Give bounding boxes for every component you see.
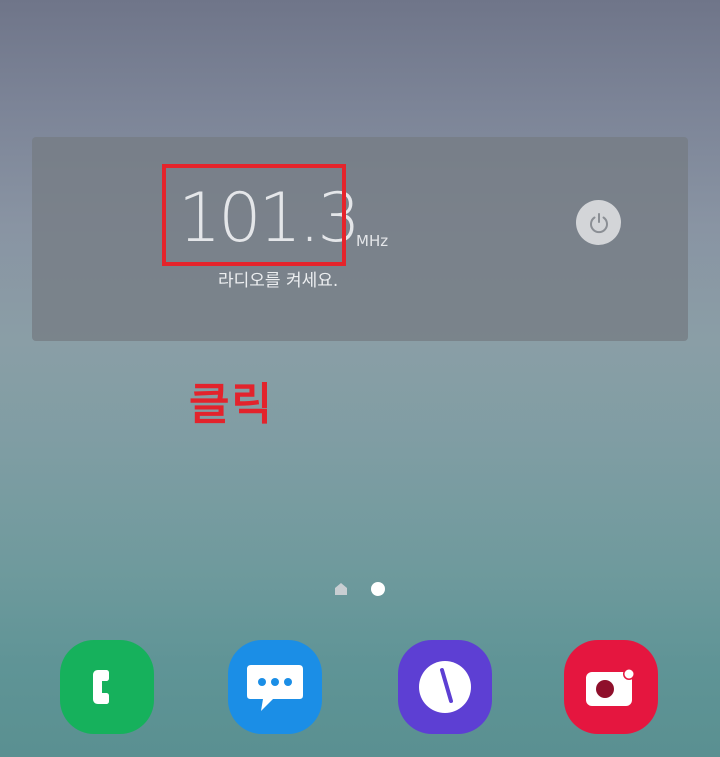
highlight-box <box>162 164 346 266</box>
clock-icon <box>419 661 471 713</box>
messages-app[interactable] <box>228 640 322 734</box>
camera-app[interactable] <box>564 640 658 734</box>
frequency-unit: MHz <box>356 232 389 250</box>
camera-icon <box>586 668 635 706</box>
click-annotation: 클릭 <box>189 379 274 430</box>
clock-app[interactable] <box>398 640 492 734</box>
power-button[interactable] <box>576 200 621 245</box>
radio-status-text: 라디오를 켜세요. <box>218 271 339 291</box>
phone-icon <box>93 670 109 704</box>
page-indicator[interactable] <box>334 581 394 597</box>
current-page-dot[interactable] <box>371 582 385 596</box>
phone-app[interactable] <box>60 640 154 734</box>
app-dock <box>0 640 720 736</box>
power-icon <box>589 212 608 233</box>
message-bubble-icon <box>247 665 303 711</box>
home-page-icon[interactable] <box>334 582 348 596</box>
